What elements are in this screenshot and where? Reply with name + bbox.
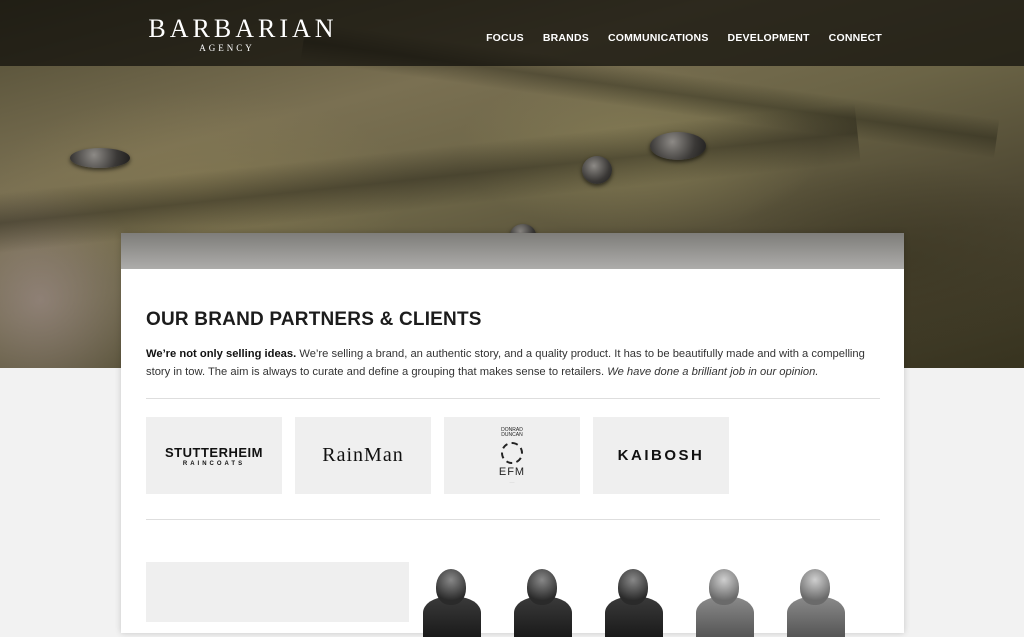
efm-logo-top: DONRAD DUNCAN [501, 426, 523, 438]
nav-connect[interactable]: CONNECT [829, 32, 882, 44]
stutterheim-logo: STUTTERHEIM [165, 444, 263, 460]
hooded-figure-image [785, 567, 847, 637]
section-title: OUR BRAND PARTNERS & CLIENTS [146, 309, 482, 330]
brand-tile-kaibosh[interactable]: KAIBOSH [593, 417, 729, 494]
hero-coat-button [70, 148, 130, 168]
main-nav: FOCUS BRANDS COMMUNICATIONS DEVELOPMENT … [467, 32, 882, 44]
top-navigation-bar: BARBARIAN AGENCY FOCUS BRANDS COMMUNICAT… [0, 0, 1024, 66]
nav-development[interactable]: DEVELOPMENT [728, 32, 810, 44]
nav-brands[interactable]: BRANDS [543, 32, 589, 44]
brand-tile-efm[interactable]: DONRAD DUNCAN EFM ····· [444, 417, 580, 494]
rainman-logo: RainMan [322, 444, 404, 466]
nav-communications[interactable]: COMMUNICATIONS [608, 32, 709, 44]
efm-small-mark: ····· [509, 479, 515, 484]
hooded-figure-image [694, 567, 756, 637]
kaibosh-logo: KAIBOSH [617, 447, 705, 464]
hero-coat-button [582, 156, 612, 184]
hero-coat-button [650, 132, 706, 160]
divider [146, 519, 880, 520]
intro-italic: We have done a brilliant job in our opin… [607, 366, 819, 378]
brand-tile-stutterheim[interactable]: STUTTERHEIM RAINCOATS [146, 417, 282, 494]
efm-logo: EFM [498, 465, 526, 478]
brand-partners-section: OUR BRAND PARTNERS & CLIENTS We’re not o… [146, 309, 880, 381]
brand-logo-grid: STUTTERHEIM RAINCOATS RainMan DONRAD DUN… [146, 417, 742, 494]
site-logo[interactable]: BARBARIAN AGENCY [145, 16, 345, 54]
efm-circle-icon [501, 441, 523, 464]
bottom-placeholder-panel [146, 562, 409, 622]
stutterheim-logo-sub: RAINCOATS [182, 460, 246, 467]
hooded-figure-image [512, 567, 574, 637]
logo-subtitle: AGENCY [199, 43, 255, 53]
section-intro: We’re not only selling ideas. We’re sell… [146, 345, 880, 381]
divider [146, 398, 880, 399]
nav-focus[interactable]: FOCUS [486, 32, 524, 44]
hooded-figure-image [603, 567, 665, 637]
brand-tile-rainman[interactable]: RainMan [295, 417, 431, 494]
hooded-figure-image [421, 567, 483, 637]
team-photo-row [421, 567, 876, 637]
intro-bold: We’re not only selling ideas. [146, 348, 297, 360]
logo-wordmark: BARBARIAN [148, 14, 338, 43]
card-top-band [121, 233, 904, 269]
content-card: OUR BRAND PARTNERS & CLIENTS We’re not o… [121, 233, 904, 637]
